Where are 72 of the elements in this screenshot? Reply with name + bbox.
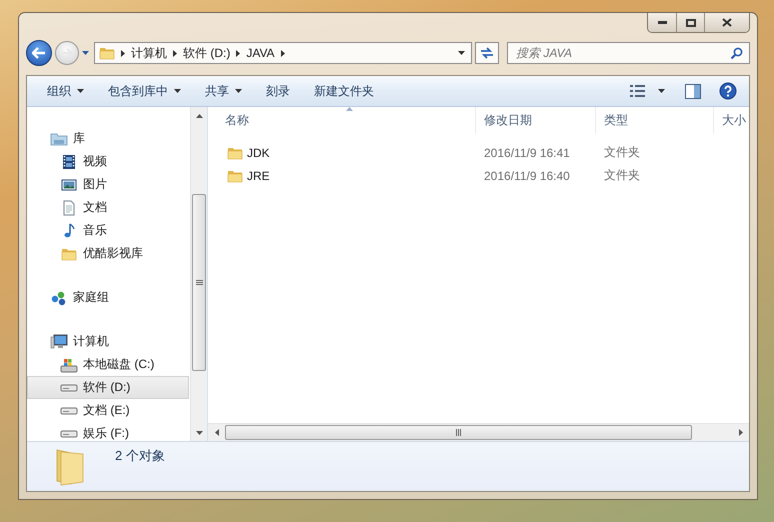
nav-item[interactable]: 计算机 (27, 330, 189, 353)
breadcrumb[interactable]: JAVA (246, 46, 275, 60)
breadcrumb-arrow-icon[interactable] (173, 50, 177, 56)
drive-icon (60, 406, 78, 414)
search-field[interactable]: 搜索 JAVA (507, 42, 750, 64)
toolbar-button[interactable]: 组织 (35, 79, 96, 103)
breadcrumb-arrow-icon[interactable] (236, 50, 240, 56)
minimize-icon[interactable] (658, 21, 666, 24)
vertical-scrollbar[interactable] (190, 107, 207, 441)
breadcrumb-arrow-icon[interactable] (121, 50, 125, 56)
file-name: JDK (247, 146, 270, 160)
maximize-button[interactable] (676, 13, 704, 32)
library-icon (50, 130, 68, 146)
list-view-icon[interactable] (630, 85, 646, 97)
drive-icon (60, 430, 78, 438)
film-icon (60, 154, 78, 170)
nav-item[interactable]: 优酷影视库 (27, 242, 189, 265)
nav-item[interactable]: 娱乐 (F:) (27, 422, 189, 441)
refresh-icon[interactable] (479, 47, 495, 59)
maximize-icon[interactable] (686, 18, 696, 26)
breadcrumb[interactable]: 计算机 (131, 44, 167, 62)
column-header[interactable]: 类型 (595, 107, 713, 134)
address-bar[interactable]: 计算机 软件 (D:) JAVA (94, 42, 472, 64)
scrollbar-thumb[interactable] (192, 194, 206, 371)
nav-item[interactable]: 本地磁盘 (C:) (27, 353, 189, 376)
file-type: 文件夹 (603, 167, 641, 184)
search-icon[interactable] (730, 47, 743, 60)
history-dropdown-icon[interactable] (82, 51, 89, 55)
nav-item[interactable]: 软件 (D:) (27, 376, 189, 399)
computer-icon (50, 334, 68, 350)
breadcrumb[interactable]: 软件 (D:) (183, 44, 230, 62)
drive-icon (60, 384, 78, 392)
back-button[interactable] (26, 40, 52, 66)
caret-icon[interactable] (658, 89, 665, 93)
toolbar-button[interactable]: 包含到库中 (96, 79, 193, 103)
back-arrow-icon[interactable] (32, 47, 46, 59)
folder-icon (99, 45, 115, 61)
nav-item[interactable]: 音乐 (27, 219, 189, 242)
close-icon[interactable] (722, 18, 732, 27)
nav-item[interactable]: 图片 (27, 173, 189, 196)
sort-arrow-icon (346, 107, 353, 111)
caret-icon[interactable] (235, 89, 242, 93)
caret-icon[interactable] (174, 89, 181, 93)
nav-item[interactable]: 文档 (E:) (27, 399, 189, 422)
refresh-button[interactable] (475, 42, 499, 64)
file-name: JRE (247, 168, 270, 182)
close-button[interactable] (704, 13, 749, 32)
picture-icon (60, 176, 78, 192)
caret-icon[interactable] (77, 89, 84, 93)
dropdown-icon[interactable] (458, 51, 465, 55)
horizontal-scrollbar[interactable] (208, 423, 749, 441)
column-header[interactable]: 修改日期 (475, 107, 595, 134)
nav-item[interactable]: 库 (27, 127, 189, 150)
minimize-button[interactable] (648, 13, 676, 32)
date-modified: 2016/11/9 16:41 (483, 146, 571, 160)
item-count: 2 个对象 (115, 447, 165, 465)
toolbar-button[interactable]: 刻录 (254, 79, 302, 103)
toolbar-button[interactable]: 共享 (193, 79, 254, 103)
column-header[interactable]: 大小 (713, 107, 746, 134)
file-row[interactable]: JDK 2016/11/9 16:41 文件夹 (217, 141, 749, 164)
nav-item[interactable]: 家庭组 (27, 286, 189, 309)
file-type: 文件夹 (603, 144, 641, 161)
column-header[interactable]: 名称 (217, 107, 475, 134)
date-modified: 2016/11/9 16:40 (483, 168, 571, 182)
breadcrumb-arrow-icon[interactable] (280, 50, 285, 56)
file-row[interactable]: JRE 2016/11/9 16:40 文件夹 (217, 164, 749, 187)
drive-icon (60, 356, 78, 372)
scrollbar-thumb[interactable] (225, 425, 692, 440)
toolbar-button[interactable]: 新建文件夹 (302, 79, 386, 103)
homegroup-icon (50, 290, 68, 306)
nav-item[interactable]: 文档 (27, 196, 189, 219)
nav-item[interactable]: 视频 (27, 150, 189, 173)
